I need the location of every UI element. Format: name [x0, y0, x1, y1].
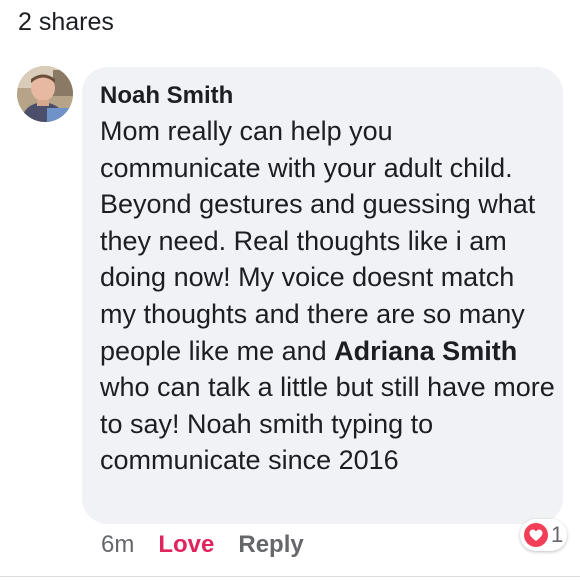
avatar-image — [17, 66, 73, 122]
comment-bubble: Noah Smith Mom really can help you commu… — [82, 67, 563, 524]
reaction-count: 1 — [551, 522, 564, 547]
comment-actions: 6m Love Reply — [101, 528, 304, 562]
comment-text-part-1: Mom really can help you communicate with… — [100, 116, 536, 366]
reply-button[interactable]: Reply — [238, 528, 303, 562]
comment-text-part-3: who can talk a little but still have mor… — [100, 372, 555, 476]
comment-timestamp[interactable]: 6m — [101, 528, 134, 562]
heart-icon — [524, 523, 548, 547]
comment-text: Mom really can help you communicate with… — [100, 113, 555, 479]
avatar[interactable] — [17, 66, 73, 122]
comment-author-name[interactable]: Noah Smith — [100, 81, 233, 111]
love-button[interactable]: Love — [158, 528, 214, 562]
shares-count[interactable]: 2 shares — [18, 6, 114, 38]
mentioned-user-link[interactable]: Adriana Smith — [334, 336, 517, 366]
comment-page: 2 shares Noah Smith Mom really can help … — [0, 0, 580, 580]
divider — [0, 576, 580, 577]
reaction-summary[interactable]: 1 — [520, 519, 568, 551]
